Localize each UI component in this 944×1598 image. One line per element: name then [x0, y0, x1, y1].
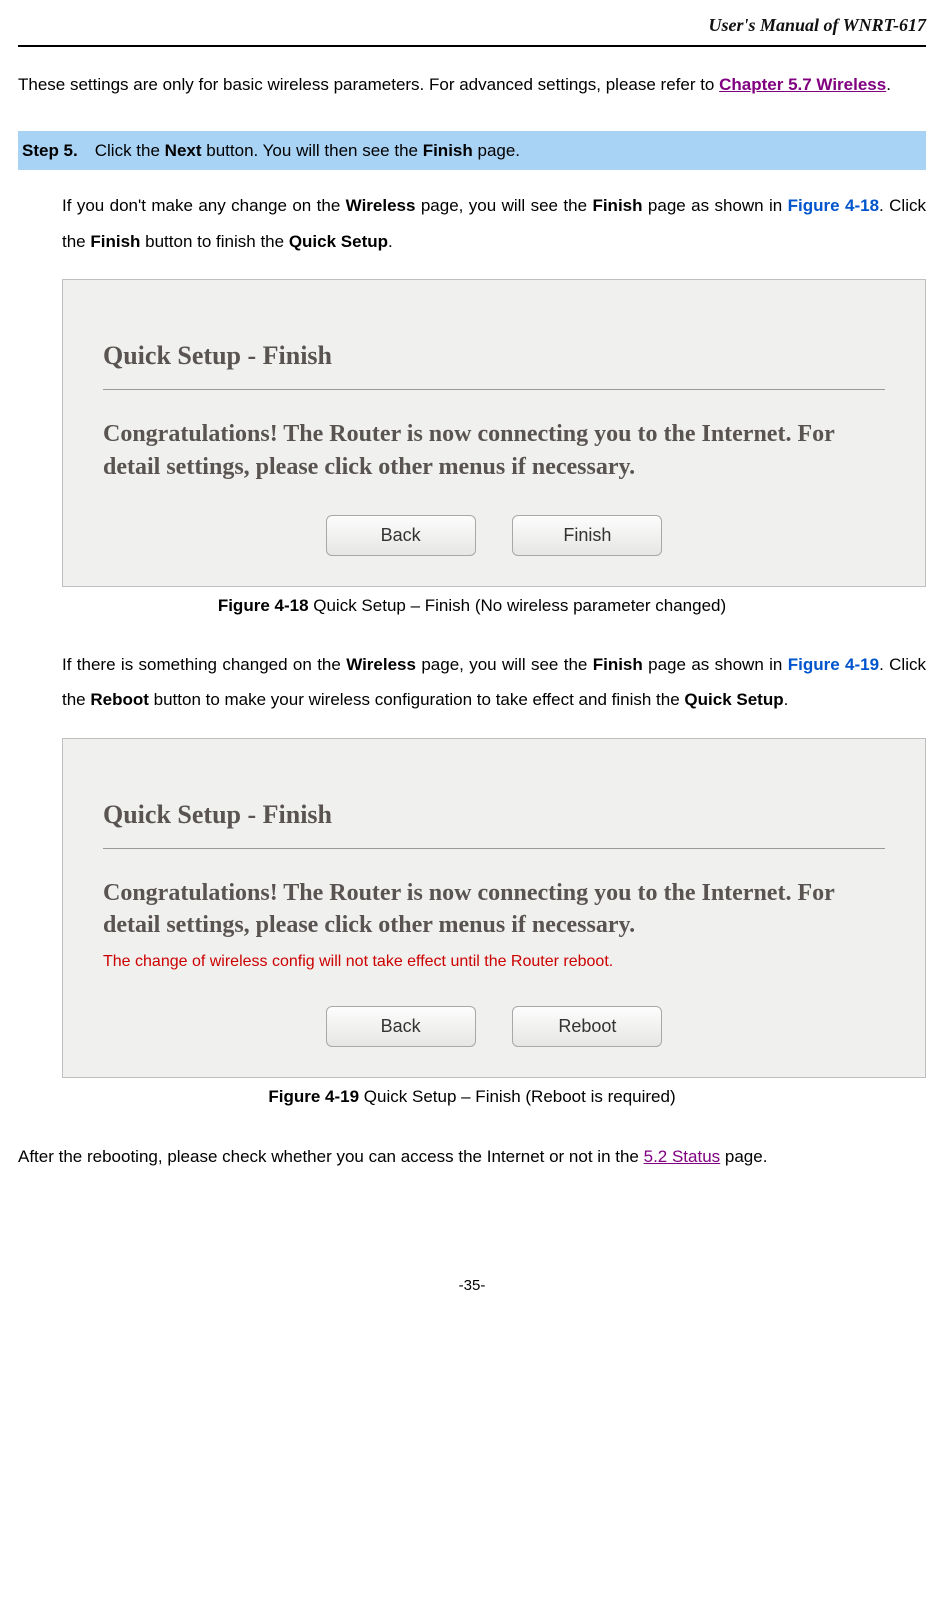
reboot-button[interactable]: Reboot	[512, 1006, 662, 1047]
button-row-2: Back Reboot	[103, 1006, 885, 1047]
page-header: User's Manual of WNRT-617	[18, 12, 926, 47]
back-button[interactable]: Back	[326, 515, 476, 556]
congrats-text: Congratulations! The Router is now conne…	[103, 418, 885, 483]
p1-t1: If you don't make any change on the	[62, 196, 346, 215]
p2-b1: Wireless	[346, 655, 416, 674]
caption-bold: Figure 4-18	[218, 596, 309, 615]
figure-4-18-box: Quick Setup - Finish Congratulations! Th…	[62, 279, 926, 587]
step-label: Step 5.	[22, 141, 78, 160]
outro-t1: After the rebooting, please check whethe…	[18, 1147, 644, 1166]
caption-text: Quick Setup – Finish (No wireless parame…	[309, 596, 727, 615]
p1-b4: Quick Setup	[289, 232, 388, 251]
step-bold-next: Next	[165, 141, 202, 160]
link-5-2-status[interactable]: 5.2 Status	[644, 1147, 721, 1166]
figure-4-19-box: Quick Setup - Finish Congratulations! Th…	[62, 738, 926, 1078]
p2-t6: .	[784, 690, 789, 709]
link-figure-4-19[interactable]: Figure 4-19	[788, 655, 879, 674]
p1-b1: Wireless	[346, 196, 416, 215]
step-bold-finish: Finish	[423, 141, 473, 160]
figure-4-19-caption: Figure 4-19 Quick Setup – Finish (Reboot…	[18, 1084, 926, 1110]
caption-text-2: Quick Setup – Finish (Reboot is required…	[359, 1087, 676, 1106]
p2-b2: Finish	[593, 655, 643, 674]
outro-t2: page.	[720, 1147, 767, 1166]
p2-t5: button to make your wireless configurati…	[149, 690, 685, 709]
congrats-text-2: Congratulations! The Router is now conne…	[103, 877, 885, 942]
link-figure-4-18[interactable]: Figure 4-18	[788, 196, 879, 215]
p2-b3: Reboot	[90, 690, 149, 709]
page-number: -35-	[18, 1275, 926, 1298]
paragraph-1: If you don't make any change on the Wire…	[62, 188, 926, 259]
p2-t3: page as shown in	[643, 655, 788, 674]
figure-4-18-caption: Figure 4-18 Quick Setup – Finish (No wir…	[18, 593, 926, 619]
p1-t6: .	[388, 232, 393, 251]
p1-t3: page as shown in	[643, 196, 788, 215]
paragraph-2: If there is something changed on the Wir…	[62, 647, 926, 718]
quick-setup-title: Quick Setup - Finish	[103, 336, 885, 390]
reboot-warning: The change of wireless config will not t…	[103, 950, 885, 974]
finish-button[interactable]: Finish	[512, 515, 662, 556]
back-button-2[interactable]: Back	[326, 1006, 476, 1047]
p1-b2: Finish	[592, 196, 642, 215]
p2-b4: Quick Setup	[684, 690, 783, 709]
outro-paragraph: After the rebooting, please check whethe…	[18, 1139, 926, 1175]
step-text1: Click the	[95, 141, 165, 160]
link-chapter-5-7[interactable]: Chapter 5.7 Wireless	[719, 75, 886, 94]
quick-setup-title-2: Quick Setup - Finish	[103, 795, 885, 849]
intro-text: These settings are only for basic wirele…	[18, 75, 719, 94]
caption-bold-2: Figure 4-19	[268, 1087, 359, 1106]
p1-t5: button to finish the	[140, 232, 288, 251]
step-5-bar: Step 5. Click the Next button. You will …	[18, 131, 926, 170]
button-row: Back Finish	[103, 515, 885, 556]
p2-t2: page, you will see the	[416, 655, 593, 674]
intro-paragraph: These settings are only for basic wirele…	[18, 67, 926, 103]
p2-t1: If there is something changed on the	[62, 655, 346, 674]
step-text2: button. You will then see the	[202, 141, 423, 160]
p1-b3: Finish	[90, 232, 140, 251]
intro-text-end: .	[886, 75, 891, 94]
step-text3: page.	[473, 141, 520, 160]
p1-t2: page, you will see the	[415, 196, 592, 215]
